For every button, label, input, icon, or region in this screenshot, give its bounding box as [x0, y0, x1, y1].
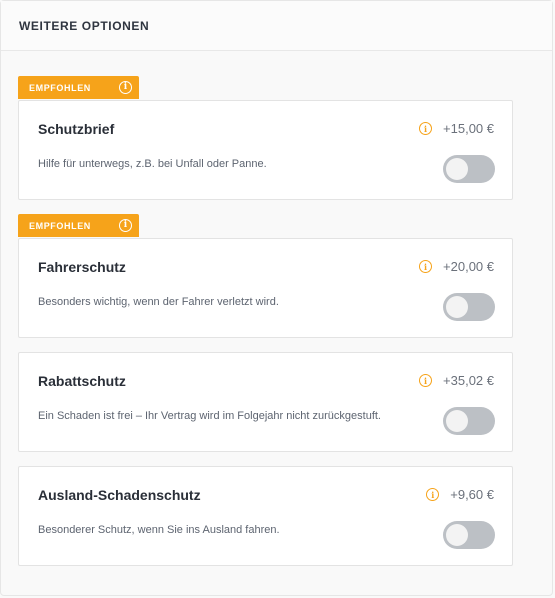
option-rabattschutz: Rabattschutz i +35,02 € Ein Schaden ist … — [18, 352, 513, 453]
price-group: i +9,60 € — [426, 487, 494, 502]
option-price: +15,00 € — [443, 121, 494, 136]
option-toggle[interactable] — [443, 407, 495, 435]
option-description: Hilfe für unterwegs, z.B. bei Unfall ode… — [38, 158, 267, 170]
option-title: Rabattschutz — [38, 373, 126, 389]
toggle-knob — [446, 524, 468, 546]
option-toggle[interactable] — [443, 521, 495, 549]
option-price: +20,00 € — [443, 259, 494, 274]
badge-label: EMPFOHLEN — [29, 82, 91, 93]
recommended-badge: EMPFOHLEN i — [18, 76, 139, 99]
option-toggle[interactable] — [443, 155, 495, 183]
price-group: i +35,02 € — [419, 373, 494, 388]
info-icon[interactable]: i — [419, 260, 433, 273]
option-toggle[interactable] — [443, 293, 495, 321]
option-price: +35,02 € — [443, 373, 494, 388]
badge-label: EMPFOHLEN — [29, 220, 91, 231]
options-panel: WEITERE OPTIONEN EMPFOHLEN i Schutzbrief… — [0, 0, 553, 596]
option-fahrerschutz: EMPFOHLEN i Fahrerschutz i +20,00 € Beso… — [18, 214, 513, 340]
option-title: Fahrerschutz — [38, 259, 126, 275]
option-card: Rabattschutz i +35,02 € Ein Schaden ist … — [18, 352, 513, 452]
panel-header: WEITERE OPTIONEN — [1, 1, 552, 51]
toggle-knob — [446, 158, 468, 180]
option-description: Besonderer Schutz, wenn Sie ins Ausland … — [38, 524, 280, 536]
option-schutzbrief: EMPFOHLEN i Schutzbrief i +15,00 € Hilfe… — [18, 76, 513, 202]
info-icon[interactable]: i — [419, 374, 433, 387]
option-description: Besonders wichtig, wenn der Fahrer verle… — [38, 296, 279, 308]
info-icon[interactable]: i — [119, 219, 132, 232]
price-group: i +15,00 € — [419, 121, 494, 136]
option-description: Ein Schaden ist frei – Ihr Vertrag wird … — [38, 410, 381, 422]
option-card: Schutzbrief i +15,00 € Hilfe für unterwe… — [18, 100, 513, 200]
option-ausland-schadenschutz: Ausland-Schadenschutz i +9,60 € Besonder… — [18, 466, 513, 567]
toggle-knob — [446, 410, 468, 432]
info-icon[interactable]: i — [419, 122, 433, 135]
recommended-badge: EMPFOHLEN i — [18, 214, 139, 237]
price-group: i +20,00 € — [419, 259, 494, 274]
info-icon[interactable]: i — [119, 81, 132, 94]
option-price: +9,60 € — [450, 487, 494, 502]
option-card: Fahrerschutz i +20,00 € Besonders wichti… — [18, 238, 513, 338]
option-title: Schutzbrief — [38, 121, 115, 137]
option-title: Ausland-Schadenschutz — [38, 487, 201, 503]
panel-title: WEITERE OPTIONEN — [19, 18, 150, 33]
toggle-knob — [446, 296, 468, 318]
info-icon[interactable]: i — [426, 488, 440, 501]
option-card: Ausland-Schadenschutz i +9,60 € Besonder… — [18, 466, 513, 566]
